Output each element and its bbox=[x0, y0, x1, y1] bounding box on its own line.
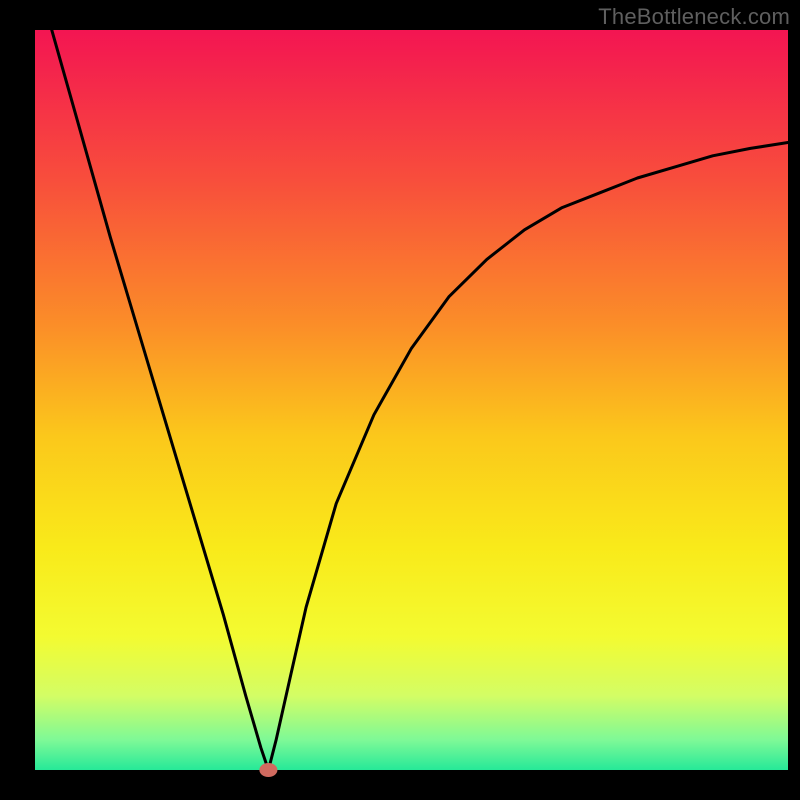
watermark-text: TheBottleneck.com bbox=[598, 4, 790, 30]
chart-container bbox=[0, 0, 800, 800]
plot-area bbox=[35, 0, 788, 777]
minimum-marker bbox=[259, 763, 277, 777]
bottleneck-chart bbox=[0, 0, 800, 800]
plot-background bbox=[35, 30, 788, 770]
